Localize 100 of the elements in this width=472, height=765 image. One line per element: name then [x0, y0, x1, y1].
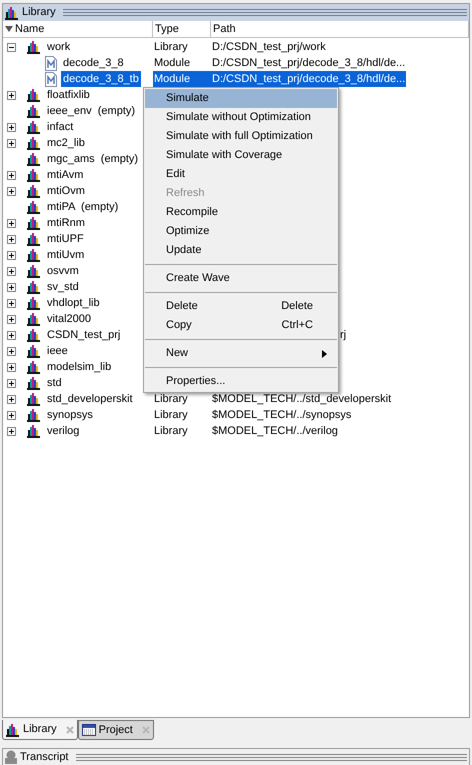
- menu-item[interactable]: Delete Delete: [145, 297, 337, 316]
- column-header[interactable]: Path: [211, 21, 469, 37]
- menu-item[interactable]: Optimize: [145, 222, 337, 241]
- expand-icon[interactable]: [7, 298, 16, 308]
- shortcut-label: Ctrl+C: [282, 318, 314, 334]
- expand-icon[interactable]: [7, 410, 16, 420]
- panel-title: Library: [22, 5, 56, 20]
- library-name[interactable]: CSDN_test_prj: [45, 326, 122, 344]
- expand-icon[interactable]: [7, 186, 16, 196]
- bar-chart-icon: [27, 120, 41, 134]
- bar-chart-icon: [27, 200, 41, 214]
- column-header[interactable]: Name: [3, 21, 153, 37]
- bar-chart-icon: [27, 328, 41, 342]
- bar-chart-icon: [27, 216, 41, 230]
- menu-item[interactable]: Update: [145, 241, 337, 260]
- expand-icon[interactable]: [7, 378, 16, 388]
- library-name[interactable]: mtiOvm: [45, 182, 87, 200]
- library-name[interactable]: mtiUvm: [45, 246, 86, 264]
- expand-icon[interactable]: [7, 138, 16, 148]
- bar-chart-icon: [6, 722, 20, 736]
- menu-item[interactable]: Recompile: [145, 203, 337, 222]
- menu-item[interactable]: Edit: [145, 165, 337, 184]
- library-name[interactable]: ieee: [45, 342, 70, 360]
- menu-item[interactable]: Properties...: [145, 372, 337, 391]
- expand-icon[interactable]: [7, 282, 16, 292]
- column-header[interactable]: Type: [153, 21, 211, 37]
- library-name[interactable]: ieee_env (empty): [45, 102, 138, 120]
- expand-icon[interactable]: [7, 218, 16, 228]
- path-cell-text: $MODEL_TECH/../synopsys: [211, 408, 352, 423]
- library-name[interactable]: sv_std: [45, 278, 81, 296]
- bar-chart-icon: [27, 344, 41, 358]
- path-cell-text: $MODEL_TECH/../std_developerskit: [211, 392, 392, 407]
- library-name[interactable]: synopsys: [45, 406, 95, 424]
- library-name[interactable]: work: [45, 38, 72, 56]
- menu-item[interactable]: Simulate with Coverage: [145, 146, 337, 165]
- library-name[interactable]: std_developerskit: [45, 390, 135, 408]
- filter-icon[interactable]: [5, 25, 13, 33]
- expand-icon[interactable]: [7, 346, 16, 356]
- expand-icon[interactable]: [7, 266, 16, 276]
- menu-item[interactable]: Simulate without Optimization: [145, 108, 337, 127]
- bar-chart-icon: [27, 376, 41, 390]
- library-name[interactable]: mtiRnm: [45, 214, 87, 232]
- library-name[interactable]: decode_3_8: [61, 54, 126, 72]
- type-cell-text: Library: [153, 392, 189, 407]
- bar-chart-icon: [27, 168, 41, 182]
- panel-title: Transcript: [20, 750, 68, 765]
- library-name[interactable]: mtiPA (empty): [45, 198, 120, 216]
- library-name[interactable]: decode_3_8_tb: [61, 70, 141, 88]
- library-name[interactable]: vital2000: [45, 310, 94, 328]
- path-cell-text: rj: [340, 328, 346, 343]
- shortcut-label: Delete: [281, 299, 314, 314]
- bar-chart-icon: [27, 104, 41, 118]
- library-name[interactable]: verilog: [45, 422, 82, 440]
- path-cell-text: D:/CSDN_test_prj/work: [211, 40, 327, 55]
- collapse-icon[interactable]: [7, 42, 16, 52]
- document-icon: [45, 56, 57, 70]
- expand-icon[interactable]: [7, 314, 16, 324]
- expand-icon[interactable]: [7, 362, 16, 372]
- bar-chart-icon: [27, 360, 41, 374]
- library-name[interactable]: modelsim_lib: [45, 358, 114, 376]
- expand-icon[interactable]: [7, 122, 16, 132]
- expand-icon[interactable]: [7, 234, 16, 244]
- path-cell-text: D:/CSDN_test_prj/decode_3_8/hdl/de...: [211, 56, 406, 71]
- menu-item[interactable]: New: [145, 344, 337, 363]
- library-name[interactable]: mgc_ams (empty): [45, 150, 140, 168]
- expand-icon[interactable]: [7, 170, 16, 180]
- path-cell-text: $MODEL_TECH/../verilog: [211, 424, 339, 439]
- library-name[interactable]: mc2_lib: [45, 134, 87, 152]
- panel-tab[interactable]: Project: [78, 720, 154, 740]
- library-name[interactable]: std: [45, 374, 64, 392]
- path-cell: D:/CSDN_test_prj/decode_3_8/hdl/de...: [211, 70, 406, 88]
- library-name[interactable]: osvvm: [45, 262, 81, 280]
- expand-icon[interactable]: [7, 90, 16, 100]
- menu-item[interactable]: Simulate with full Optimization: [145, 127, 337, 146]
- menu-item[interactable]: Create Wave: [145, 269, 337, 288]
- submenu-arrow-icon: [322, 350, 327, 358]
- person-icon: [5, 750, 17, 764]
- menu-item[interactable]: Copy Ctrl+C: [145, 316, 337, 335]
- library-name[interactable]: vhdlopt_lib: [45, 294, 102, 312]
- panel-tab[interactable]: Library: [2, 720, 78, 740]
- expand-icon[interactable]: [7, 250, 16, 260]
- bar-chart-icon: [27, 248, 41, 262]
- library-name[interactable]: infact: [45, 118, 76, 136]
- type-cell-text: Module: [153, 56, 192, 71]
- bar-chart-icon: [27, 408, 41, 422]
- library-name[interactable]: mtiUPF: [45, 230, 86, 248]
- bar-chart-icon: [27, 136, 41, 150]
- expand-icon[interactable]: [7, 426, 16, 436]
- library-name[interactable]: mtiAvm: [45, 166, 86, 184]
- bar-chart-icon: [27, 392, 41, 406]
- menu-item[interactable]: Simulate: [145, 89, 337, 108]
- expand-icon[interactable]: [7, 330, 16, 340]
- bar-chart-icon: [27, 184, 41, 198]
- bar-chart-icon: [27, 88, 41, 102]
- library-name[interactable]: floatfixlib: [45, 86, 92, 104]
- bar-chart-icon: [5, 6, 19, 20]
- bar-chart-icon: [27, 40, 41, 54]
- expand-icon[interactable]: [7, 394, 16, 404]
- bar-chart-icon: [27, 232, 41, 246]
- document-icon: [45, 72, 57, 86]
